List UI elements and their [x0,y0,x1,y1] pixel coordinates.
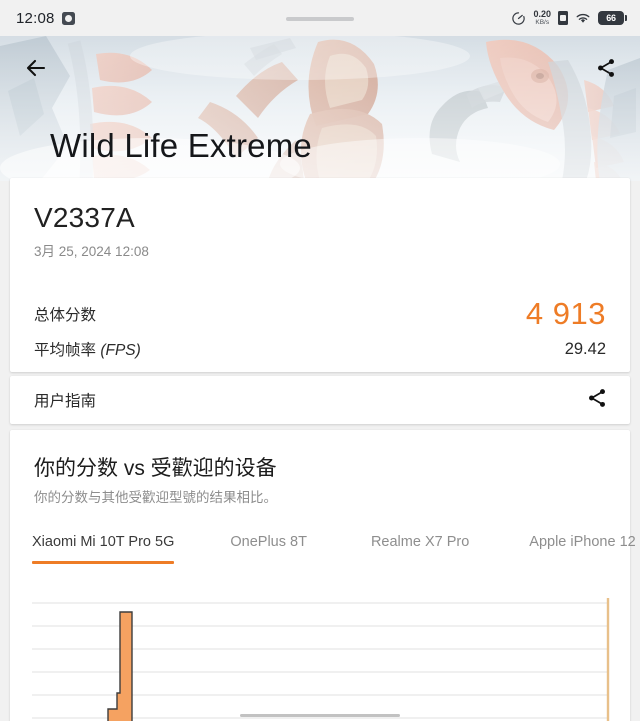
network-speed-icon [511,11,526,26]
hero-banner: Wild Life Extreme [0,36,640,181]
user-guide-share-button[interactable] [586,387,608,414]
back-button[interactable] [14,46,58,90]
score-distribution-chart [10,574,630,721]
tab-label: Xiaomi Mi 10T Pro 5G [32,534,175,550]
tab-realme-x7-pro[interactable]: Realme X7 Pro [371,522,469,562]
tab-xiaomi-mi-10t-pro-5g[interactable]: Xiaomi Mi 10T Pro 5G [32,522,175,564]
app-screen: 12:08 0.20 KB/s 66 Wild Life Extreme V23… [0,0,640,721]
average-fps-unit: (FPS) [100,342,141,359]
status-bar-left: 12:08 [16,10,75,27]
network-speed-number: 0.20 [533,8,551,19]
benchmark-title: Wild Life Extreme [50,127,312,164]
average-fps-row: 平均帧率 (FPS) 29.42 [34,338,606,360]
device-tab-bar: Xiaomi Mi 10T Pro 5G OnePlus 8T Realme X… [10,522,636,564]
user-guide-row[interactable]: 用户指南 [10,376,630,424]
status-bar: 12:08 0.20 KB/s 66 [0,0,640,36]
status-bar-clock: 12:08 [16,9,55,27]
share-icon [589,388,605,407]
distribution-area [107,611,133,721]
run-datetime: 3月 25, 2024 12:08 [34,244,149,259]
tab-label: OnePlus 8T [230,534,307,550]
total-score-value: 4 913 [525,296,606,331]
network-speed-value: 0.20 KB/s [533,8,551,27]
system-navigation-indicator[interactable] [240,714,400,717]
comparison-card: 你的分数 vs 受歡迎的设备 你的分数与其他受歡迎型號的结果相比。 Xiaomi… [10,430,636,721]
back-arrow-icon [26,59,46,77]
total-score-row: 总体分数 4 913 [34,296,606,332]
tab-oneplus-8t[interactable]: OnePlus 8T [230,522,307,562]
histogram-svg [32,598,610,721]
hero-share-button[interactable] [584,46,628,90]
tab-label: Apple iPhone 12 [529,534,636,550]
average-fps-label-text: 平均帧率 [34,342,101,359]
tab-apple-iphone-12[interactable]: Apple iPhone 12 [529,522,635,562]
user-guide-label: 用户指南 [34,393,97,410]
tab-label: Realme X7 Pro [370,534,470,550]
total-score-label: 总体分数 [34,307,97,324]
wifi-icon [575,12,591,25]
score-card: V2337A 3月 25, 2024 12:08 总体分数 4 913 平均帧率… [10,178,630,372]
status-bar-right: 0.20 KB/s 66 [511,8,627,27]
comparison-subtitle: 你的分数与其他受歡迎型號的结果相比。 [34,490,277,505]
comparison-title: 你的分数 vs 受歡迎的设备 [34,457,277,480]
device-model-name: V2337A [34,202,135,233]
battery-indicator: 66 [598,11,627,25]
network-speed-unit: KB/s [535,18,550,26]
share-icon [598,59,614,77]
user-guide-card[interactable]: 用户指南 [10,376,630,424]
alarm-icon [61,11,75,25]
sim-card-icon [558,11,568,25]
average-fps-value: 29.42 [564,339,606,358]
average-fps-label: 平均帧率 (FPS) [34,338,141,360]
